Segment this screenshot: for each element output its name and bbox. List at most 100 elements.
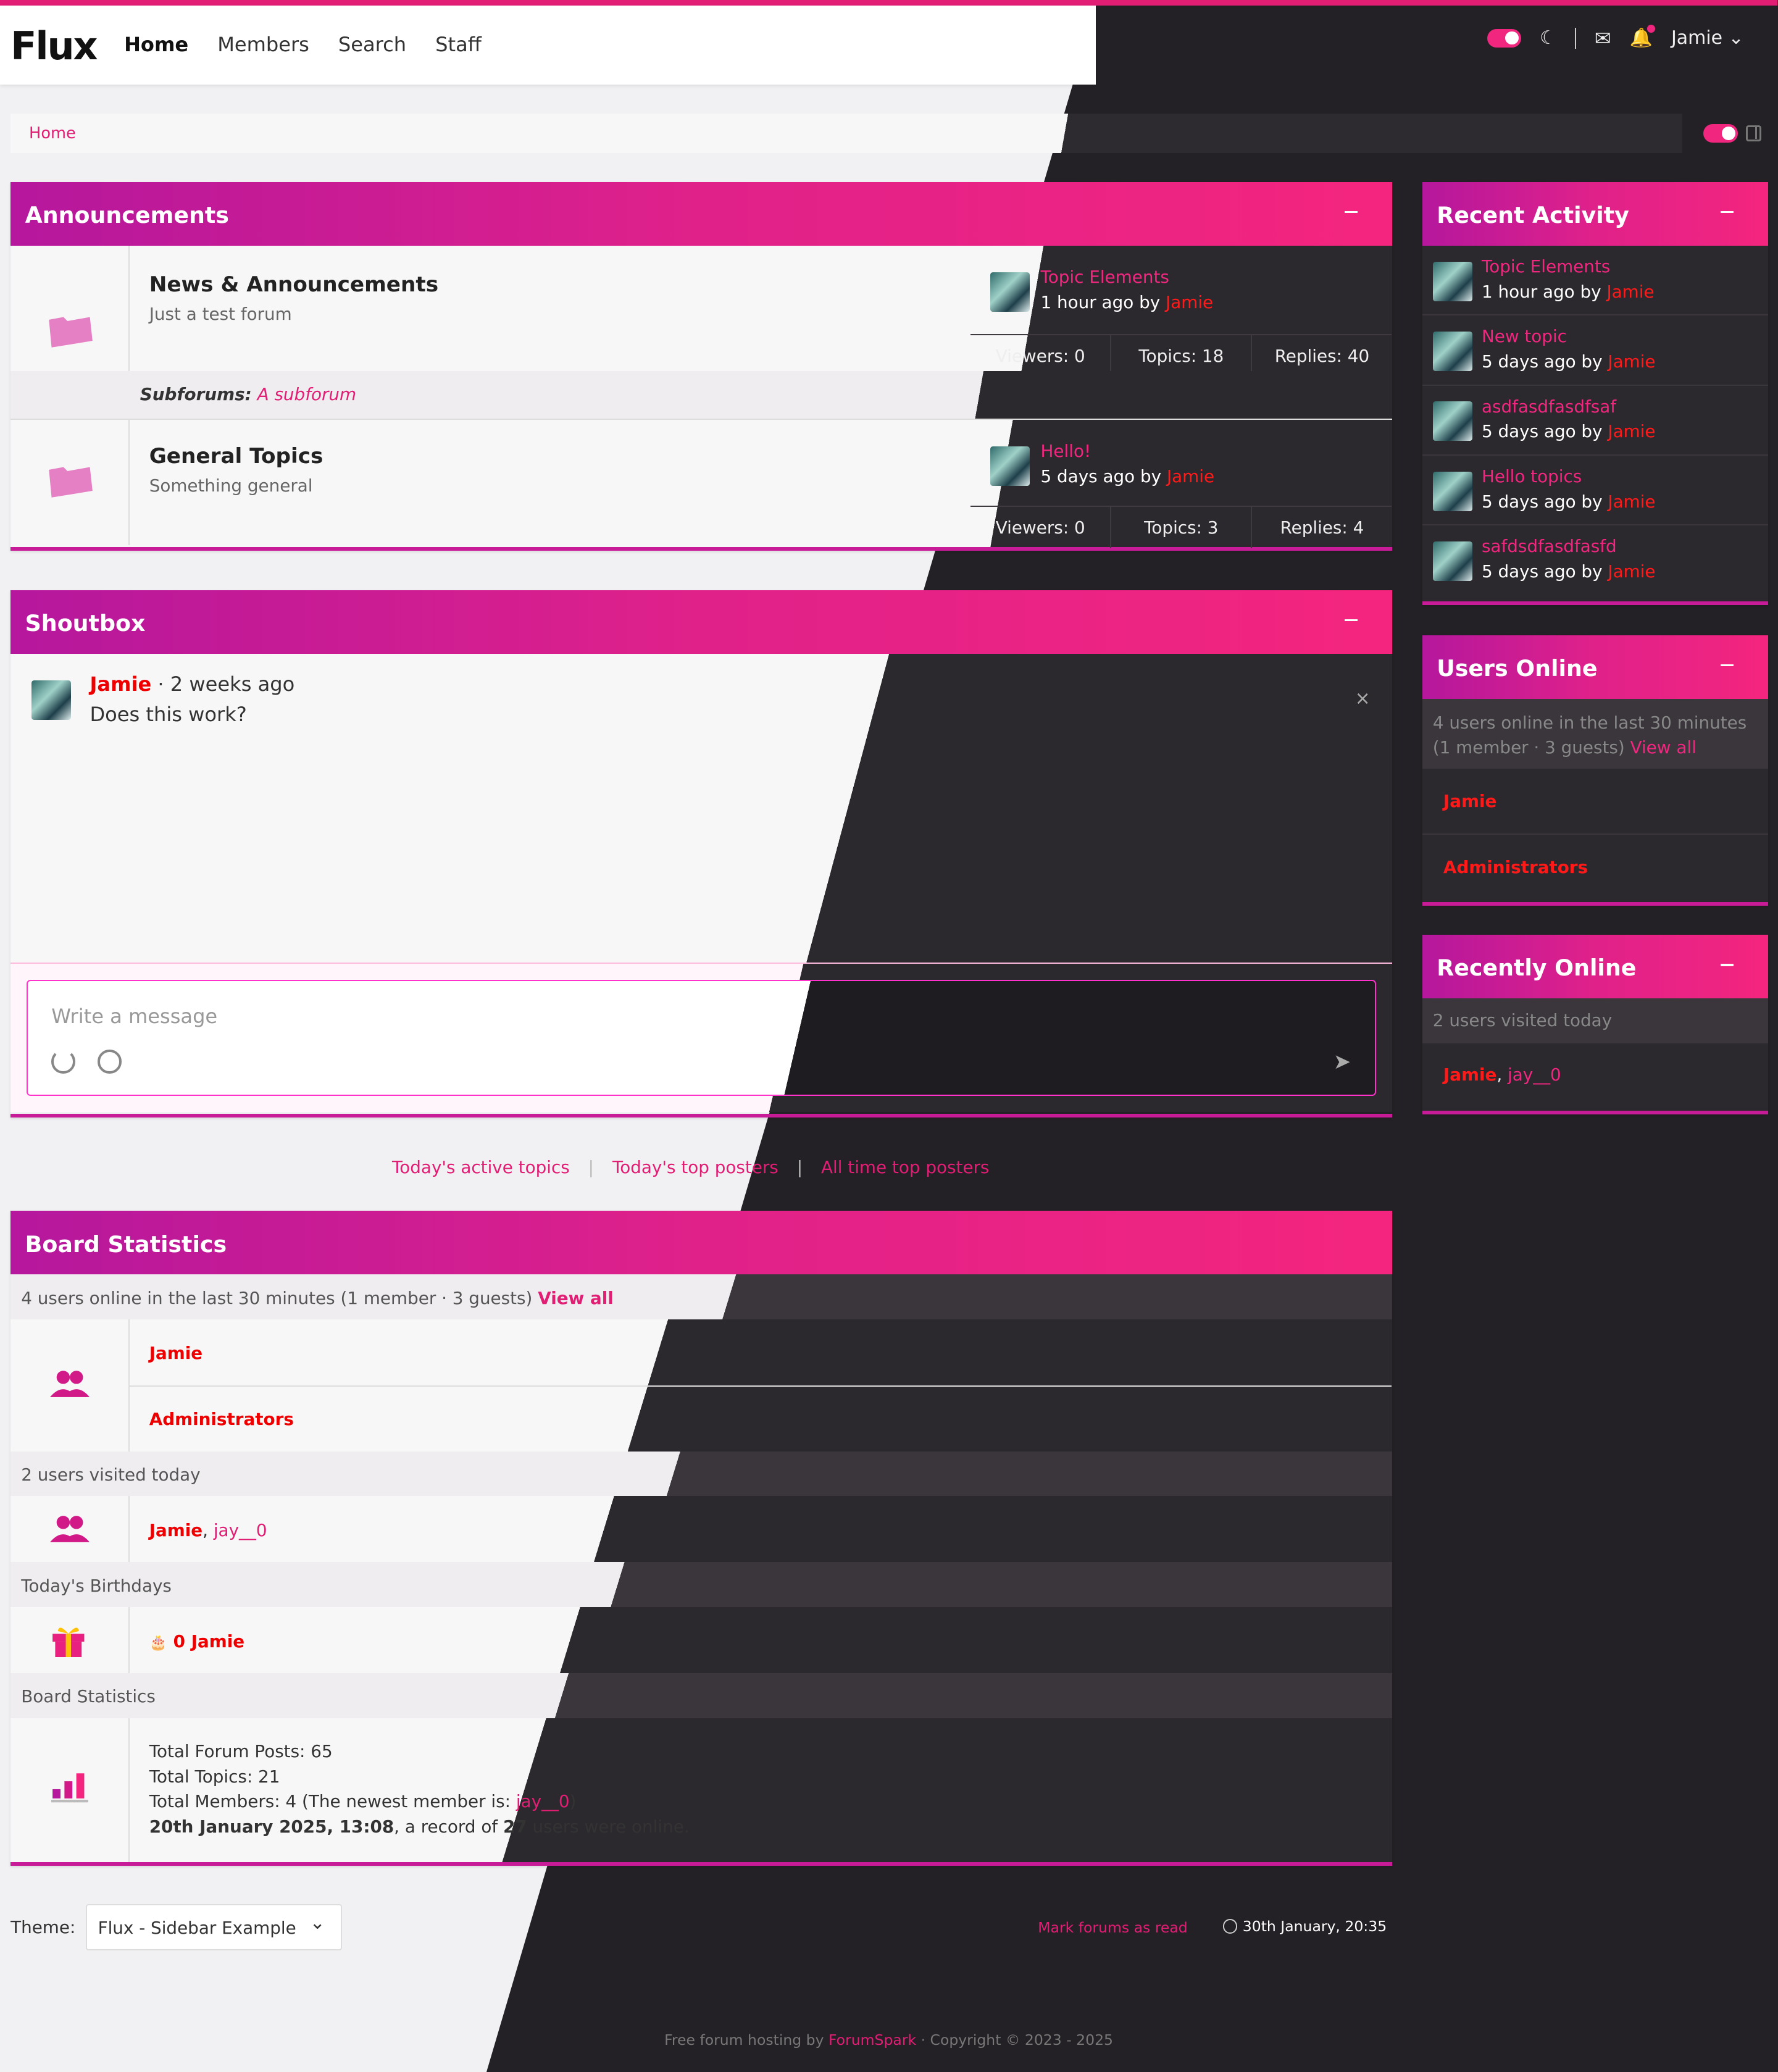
sidebar-toggle[interactable]: [1703, 124, 1738, 143]
activity-meta: 1 hour ago by Jamie: [1482, 282, 1655, 302]
activity-item[interactable]: New topic 5 days ago by Jamie: [1422, 315, 1769, 386]
activity-meta: 5 days ago by Jamie: [1482, 561, 1656, 582]
moon-icon[interactable]: ☾: [1540, 27, 1556, 49]
users-online-card: Users Online 4 users online in the last …: [1422, 635, 1769, 906]
online-group[interactable]: Administrators: [149, 1409, 294, 1429]
activity-user[interactable]: Jamie: [1608, 421, 1655, 441]
breadcrumb-home[interactable]: Home: [29, 124, 76, 143]
last-post-time: 5 days ago by: [1040, 466, 1162, 487]
activity-user[interactable]: Jamie: [1608, 561, 1655, 582]
chart-icon-cell: [10, 1718, 130, 1862]
record-date: 20th January 2025, 13:08: [149, 1816, 394, 1837]
send-icon[interactable]: ➤: [1334, 1050, 1351, 1074]
activity-item[interactable]: Topic Elements 1 hour ago by Jamie: [1422, 246, 1769, 316]
folder-icon: [49, 467, 93, 498]
visited-user[interactable]: jay__0: [214, 1520, 267, 1540]
mark-read-link[interactable]: Mark forums as read: [1038, 1919, 1187, 1936]
activity-user[interactable]: Jamie: [1608, 491, 1655, 512]
activity-title[interactable]: New topic: [1482, 326, 1567, 346]
divider: |: [588, 1156, 595, 1177]
shout-user[interactable]: Jamie: [90, 672, 151, 696]
recent-user[interactable]: Jamie: [1443, 1064, 1496, 1085]
forumspark-link[interactable]: ForumSpark: [828, 2031, 916, 2049]
avatar[interactable]: [990, 272, 1030, 312]
last-post-title[interactable]: Topic Elements: [1041, 267, 1169, 287]
activity-item[interactable]: safdsdfasdfasfd 5 days ago by Jamie: [1422, 525, 1768, 595]
activity-user[interactable]: Jamie: [1608, 351, 1655, 372]
activity-title[interactable]: asdfasdfasdfsaf: [1482, 396, 1616, 417]
nav-staff[interactable]: Staff: [435, 33, 482, 56]
activity-title[interactable]: Hello topics: [1482, 466, 1582, 487]
online-group[interactable]: Administrators: [1422, 834, 1769, 902]
link-active-topics[interactable]: Today's active topics: [392, 1157, 570, 1177]
activity-title[interactable]: Topic Elements: [1482, 256, 1610, 277]
avatar[interactable]: [1432, 471, 1472, 511]
view-all-link[interactable]: View all: [1630, 737, 1697, 758]
link-top-posters[interactable]: Today's top posters: [612, 1157, 778, 1177]
activity-title[interactable]: safdsdfasdfasfd: [1482, 536, 1617, 556]
online-user[interactable]: Jamie: [1422, 768, 1769, 835]
nav-search[interactable]: Search: [338, 33, 406, 56]
announcements-title: Announcements: [25, 202, 229, 229]
board-stats-card: Board Statistics 4 users online in the l…: [10, 1211, 1392, 1866]
theme-select[interactable]: Flux - Sidebar Example: [86, 1904, 343, 1951]
last-post-time: 1 hour ago by: [1040, 291, 1161, 312]
newest-member[interactable]: jay__0: [516, 1791, 570, 1811]
emoji-icon[interactable]: [98, 1050, 122, 1074]
avatar[interactable]: [1432, 261, 1472, 301]
theme-value: Flux - Sidebar Example: [98, 1917, 296, 1938]
user-name: Jamie: [1671, 27, 1723, 49]
top-nav: Flux Home Members Search Staff: [0, 5, 1096, 85]
close-icon[interactable]: ×: [1355, 688, 1371, 709]
sidebar-panel-icon[interactable]: [1745, 125, 1762, 141]
activity-item[interactable]: Hello topics 5 days ago by Jamie: [1422, 456, 1769, 526]
activity-meta: 5 days ago by Jamie: [1482, 421, 1656, 441]
theme-selector: Theme: Flux - Sidebar Example: [10, 1904, 343, 1951]
birthday-user[interactable]: 0 Jamie: [173, 1631, 244, 1652]
forum-name[interactable]: General Topics: [149, 444, 323, 469]
collapse-icon[interactable]: [1344, 619, 1358, 622]
user-menu[interactable]: Jamie ⌄: [1671, 27, 1744, 49]
total-posts: Total Forum Posts: 65: [149, 1741, 333, 1762]
refresh-icon[interactable]: [51, 1050, 75, 1074]
subforum-link[interactable]: A subforum: [257, 384, 357, 404]
activity-time: 5 days ago by: [1481, 561, 1603, 582]
forum-name[interactable]: News & Announcements: [149, 272, 438, 297]
last-post-user[interactable]: Jamie: [1166, 292, 1213, 312]
theme-toggle[interactable]: [1487, 28, 1522, 48]
avatar[interactable]: [31, 680, 72, 720]
collapse-icon[interactable]: [1344, 211, 1358, 214]
avatar[interactable]: [1432, 401, 1472, 441]
footer-time: 30th January, 20:35: [1222, 1918, 1387, 1935]
link-all-time-posters[interactable]: All time top posters: [821, 1157, 989, 1177]
view-all-link[interactable]: View all: [538, 1288, 614, 1308]
activity-meta: 5 days ago by Jamie: [1482, 351, 1656, 372]
shout-time: · 2 weeks ago: [157, 672, 295, 696]
avatar[interactable]: [1432, 331, 1472, 372]
nav-members[interactable]: Members: [217, 33, 309, 56]
activity-item[interactable]: asdfasdfasdfsaf 5 days ago by Jamie: [1422, 386, 1769, 456]
birthday-value: 🎂 0 Jamie: [149, 1631, 244, 1652]
last-post-user[interactable]: Jamie: [1167, 466, 1214, 487]
avatar[interactable]: [990, 446, 1030, 486]
activity-user[interactable]: Jamie: [1606, 282, 1654, 302]
avatar[interactable]: [1432, 541, 1472, 582]
subforums-label: Subforums:: [140, 384, 252, 405]
nav-home[interactable]: Home: [124, 33, 188, 56]
mail-icon[interactable]: ✉: [1595, 27, 1611, 50]
collapse-icon[interactable]: [1721, 964, 1734, 966]
bell-icon[interactable]: 🔔: [1630, 24, 1656, 49]
online-user[interactable]: Jamie: [149, 1343, 202, 1363]
copyright-pre: Free forum hosting by: [664, 2031, 828, 2049]
shout-input[interactable]: Write a message ➤: [26, 979, 1376, 1097]
collapse-icon[interactable]: [1721, 211, 1734, 214]
recent-user[interactable]: jay__0: [1508, 1064, 1561, 1085]
last-post-title[interactable]: Hello!: [1041, 441, 1091, 461]
site-logo[interactable]: Flux: [10, 23, 98, 69]
recent-activity-title: Recent Activity: [1437, 202, 1629, 229]
visited-user[interactable]: Jamie: [149, 1520, 202, 1540]
activity-meta: 5 days ago by Jamie: [1482, 491, 1656, 512]
collapse-icon[interactable]: [1721, 664, 1734, 667]
sidebar-toggles: [1703, 124, 1762, 143]
last-post-meta: 1 hour ago by Jamie: [1041, 292, 1214, 312]
